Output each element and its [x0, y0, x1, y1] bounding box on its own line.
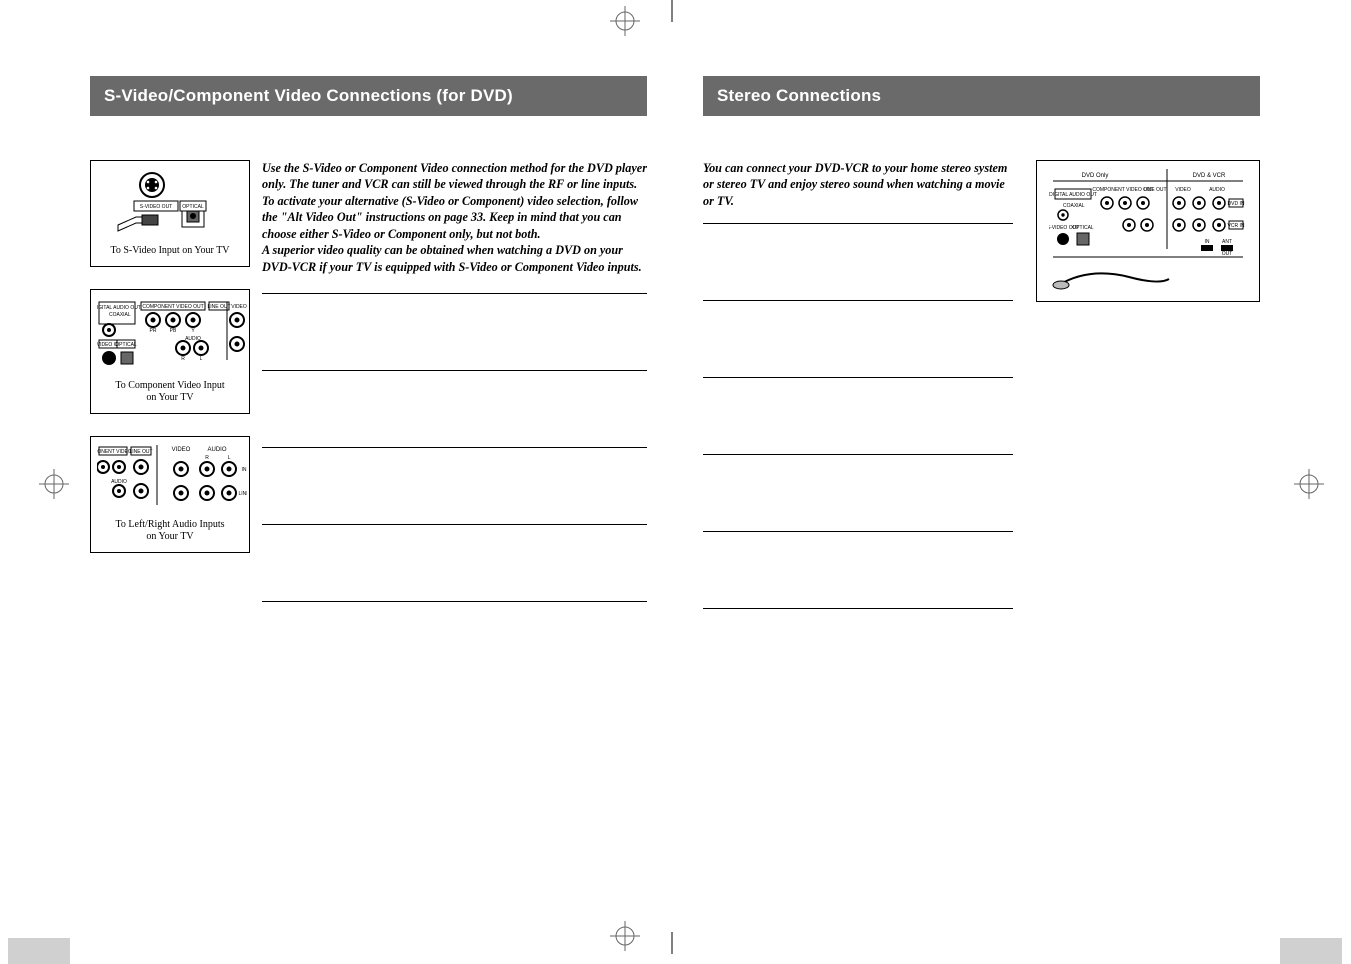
divider	[262, 524, 647, 525]
label-video-2: VIDEO	[172, 447, 191, 453]
label-dvd-vcr: DVD & VCR	[1193, 173, 1226, 179]
intro-text-left: Use the S-Video or Component Video conne…	[262, 160, 647, 275]
label-audio-r: AUDIO	[1209, 187, 1225, 193]
label-audio-2: AUDIO	[111, 479, 127, 485]
crop-mark-left	[39, 469, 69, 499]
label-r-2: R	[205, 455, 209, 461]
label-svideo-out: S-VIDEO OUT	[140, 204, 173, 210]
label-in-r: IN	[1205, 239, 1210, 245]
crop-mark-right	[1294, 469, 1324, 499]
divider	[703, 300, 1013, 301]
divider	[703, 531, 1013, 532]
label-l-2: L	[228, 455, 231, 461]
label-vcr-in: VCR IN	[1228, 223, 1245, 229]
divider	[262, 370, 647, 371]
label-coaxial: COAXIAL	[109, 312, 131, 318]
label-dvd-only: DVD Only	[1082, 173, 1109, 179]
label-ant: ANT	[1222, 239, 1232, 245]
divider	[703, 608, 1013, 609]
label-digital-audio-out: DIGITAL AUDIO OUT	[97, 305, 141, 311]
label-line-out-2: LINE OUT	[129, 449, 152, 455]
caption-svideo: To S-Video Input on Your TV	[97, 245, 243, 258]
section-title-right: Stereo Connections	[717, 86, 881, 106]
label-out: OUT	[1222, 251, 1233, 257]
label-optical-2: OPTICAL	[115, 342, 137, 348]
label-optical-r: OPTICAL	[1072, 225, 1094, 231]
divider	[262, 293, 647, 294]
crop-tick-bottom	[670, 932, 674, 954]
label-digital-audio-out-r: DIGITAL AUDIO OUT	[1049, 192, 1097, 198]
label-optical: OPTICAL	[182, 204, 204, 210]
intro-p2: To activate your alternative (S-Video or…	[262, 193, 647, 242]
divider	[262, 601, 647, 602]
crop-tick-top	[670, 0, 674, 22]
caption-component-l2: on Your TV	[146, 392, 193, 403]
page-number-chip-left	[8, 938, 70, 964]
divider	[703, 377, 1013, 378]
label-y: Y	[191, 328, 195, 334]
page-number-chip-right	[1280, 938, 1342, 964]
stereo-diagram: DVD Only DVD & VCR DIGITAL AUDIO OUT COA…	[1049, 167, 1247, 295]
label-line: LINE	[238, 491, 247, 497]
section-banner-right: Stereo Connections	[703, 76, 1260, 116]
figure-component: DIGITAL AUDIO OUT COAXIAL S-VIDEO OUT OP…	[90, 289, 250, 414]
intro-text-right: You can connect your DVD-VCR to your hom…	[703, 160, 1013, 209]
intro-p1: Use the S-Video or Component Video conne…	[262, 160, 647, 193]
caption-audio-l1: To Left/Right Audio Inputs	[115, 519, 224, 530]
label-component-out: COMPONENT VIDEO OUT	[142, 304, 203, 310]
label-video-r: VIDEO	[1175, 187, 1191, 193]
label-line-out-r: LINE OUT	[1143, 187, 1166, 193]
figure-stereo: DVD Only DVD & VCR DIGITAL AUDIO OUT COA…	[1036, 160, 1260, 302]
intro-p3: A superior video quality can be obtained…	[262, 242, 647, 275]
divider	[262, 447, 647, 448]
component-diagram: DIGITAL AUDIO OUT COAXIAL S-VIDEO OUT OP…	[97, 296, 247, 374]
label-in: IN	[242, 467, 247, 473]
divider	[703, 454, 1013, 455]
page-left: S-Video/Component Video Connections (for…	[90, 56, 647, 896]
label-r: R	[181, 356, 185, 362]
label-pb: PB	[170, 328, 177, 334]
label-dvd-in: DVD IN	[1228, 201, 1245, 207]
label-video: VIDEO	[231, 304, 247, 310]
svideo-diagram: S-VIDEO OUT OPTICAL	[110, 167, 230, 239]
figure-svideo: S-VIDEO OUT OPTICAL To S-Video Input on …	[90, 160, 250, 267]
section-banner-left: S-Video/Component Video Connections (for…	[90, 76, 647, 116]
crop-mark-bottom	[610, 921, 640, 951]
divider	[703, 223, 1013, 224]
right-intro-p1: You can connect your DVD-VCR to your hom…	[703, 160, 1013, 209]
caption-audio-l2: on Your TV	[146, 531, 193, 542]
crop-mark-top	[610, 6, 640, 36]
caption-component-l1: To Component Video Input	[115, 380, 224, 391]
label-l: L	[200, 356, 203, 362]
section-title-left: S-Video/Component Video Connections (for…	[104, 86, 513, 106]
label-audio-3: AUDIO	[207, 447, 226, 453]
page-right: Stereo Connections You can connect your …	[703, 56, 1260, 896]
label-pr: PR	[150, 328, 157, 334]
label-coaxial-r: COAXIAL	[1063, 203, 1085, 209]
figure-audio-lr: COMPONENT VIDEO OUT AUDIO LINE OUT VIDEO…	[90, 436, 250, 553]
audio-lr-diagram: COMPONENT VIDEO OUT AUDIO LINE OUT VIDEO…	[97, 443, 247, 513]
